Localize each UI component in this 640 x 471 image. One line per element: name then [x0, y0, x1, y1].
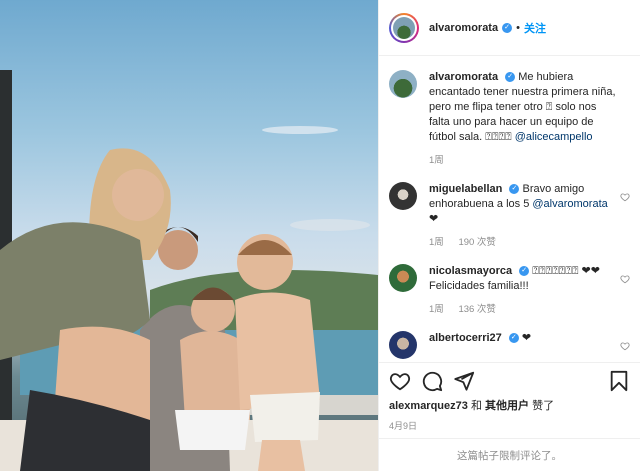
liker-username[interactable]: alexmarquez73	[389, 400, 468, 412]
post-header: alvaromorata ✓ • 关注	[379, 0, 640, 56]
caption-time[interactable]: 1周	[429, 155, 444, 166]
likes-summary: alexmarquez73 和 其他用户 赞了	[389, 397, 630, 413]
verified-badge-icon: ✓	[505, 72, 516, 83]
caption-username[interactable]: alvaromorata	[429, 71, 498, 83]
like-comment-heart-icon[interactable]	[620, 341, 630, 351]
header-separator: •	[516, 21, 520, 34]
verified-badge-icon: ✓	[508, 333, 519, 344]
author-avatar[interactable]	[389, 12, 419, 43]
heart-icon[interactable]	[389, 370, 411, 392]
follow-button[interactable]: 关注	[524, 20, 546, 36]
verified-badge-icon: ✓	[509, 184, 520, 195]
comment-username[interactable]: nicolasmayorca	[429, 265, 512, 277]
comments-list[interactable]: alvaromorata ✓ Me hubiera encantado tene…	[379, 56, 640, 361]
comment-time[interactable]: 1周	[429, 304, 444, 315]
likes-and-text: 和	[470, 400, 482, 412]
comments-limited-notice: 这篇帖子限制评论了。	[379, 438, 640, 471]
comment-avatar[interactable]	[389, 182, 417, 210]
caption-mention-link[interactable]: @alicecampello	[515, 131, 593, 143]
post-actions: alexmarquez73 和 其他用户 赞了 4月9日	[379, 362, 640, 432]
verified-badge-icon: ✓	[502, 22, 513, 33]
comment-likes[interactable]: 190 次赞	[458, 237, 496, 248]
comment-likes[interactable]: 136 次赞	[458, 304, 496, 315]
comment-text: ❤	[521, 332, 532, 344]
like-comment-heart-icon[interactable]	[620, 192, 630, 202]
comment-username[interactable]: miguelabellan	[429, 183, 502, 195]
post-photo[interactable]	[0, 0, 378, 471]
comment-time[interactable]: 1周	[429, 237, 444, 248]
comment-item: miguelabellan ✓ Bravo amigo enhorabuena …	[389, 182, 630, 250]
bookmark-icon[interactable]	[608, 370, 630, 392]
comment-avatar[interactable]	[389, 264, 417, 292]
liked-text: 赞了	[532, 400, 555, 412]
author-username[interactable]: alvaromorata	[429, 22, 498, 34]
caption: alvaromorata ✓ Me hubiera encantado tene…	[389, 70, 630, 168]
comment-suffix: ❤	[429, 213, 439, 225]
instagram-post-view: alvaromorata ✓ • 关注 alvaromorata ✓ Me hu…	[0, 0, 640, 471]
other-users-link[interactable]: 其他用户	[485, 400, 529, 412]
like-comment-heart-icon[interactable]	[620, 274, 630, 284]
comment-icon[interactable]	[421, 370, 443, 392]
caption-avatar[interactable]	[389, 70, 417, 98]
comment-item: albertocerri27 ✓ ❤	[389, 331, 630, 359]
comment-username[interactable]: albertocerri27	[429, 332, 502, 344]
share-icon[interactable]	[453, 370, 475, 392]
comment-mention-link[interactable]: @alvaromorata	[532, 198, 607, 210]
comment-avatar[interactable]	[389, 331, 417, 359]
comment-item: nicolasmayorca ✓ ⍰⍰⍰⍰⍰⍰⍰ ❤❤ Felicidades …	[389, 264, 630, 317]
post-date[interactable]: 4月9日	[389, 419, 630, 432]
post-side-panel: alvaromorata ✓ • 关注 alvaromorata ✓ Me hu…	[378, 0, 640, 471]
verified-badge-icon: ✓	[519, 266, 530, 277]
family-photo-illustration	[0, 70, 378, 471]
